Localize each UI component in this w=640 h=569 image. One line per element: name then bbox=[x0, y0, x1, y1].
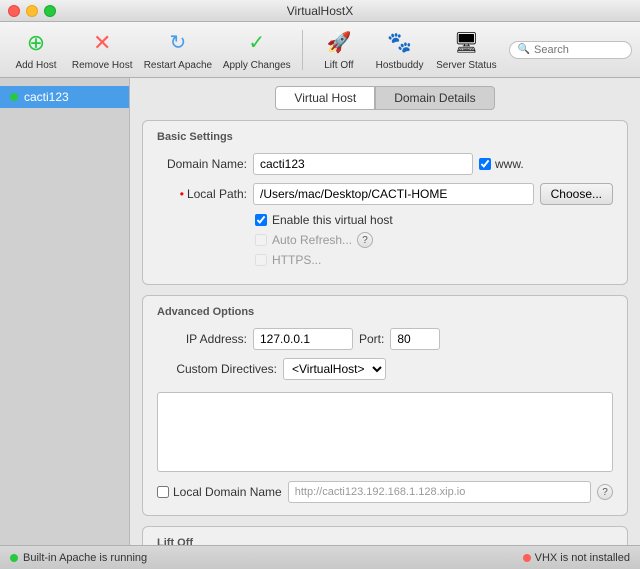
enable-label: Enable this virtual host bbox=[272, 213, 393, 227]
hostbuddy-label: Hostbuddy bbox=[376, 60, 424, 71]
search-box: 🔍 bbox=[509, 41, 632, 59]
status-dot-green bbox=[10, 93, 18, 101]
vhx-status-dot bbox=[523, 554, 531, 562]
https-checkbox[interactable] bbox=[255, 254, 267, 266]
auto-refresh-checkbox[interactable] bbox=[255, 234, 267, 246]
remove-host-icon: ✕ bbox=[88, 29, 116, 57]
liftoff-section: Lift Off Share Live Site... Publish Stat… bbox=[142, 526, 628, 545]
port-label: Port: bbox=[359, 332, 384, 346]
minimize-button[interactable] bbox=[26, 5, 38, 17]
apache-status-dot bbox=[10, 554, 18, 562]
apache-status-text: Built-in Apache is running bbox=[23, 552, 147, 564]
window-title: VirtualHostX bbox=[287, 4, 353, 18]
main-area: cacti123 Virtual Host Domain Details Bas… bbox=[0, 78, 640, 545]
custom-directives-row: Custom Directives: <VirtualHost> bbox=[157, 358, 613, 380]
status-left: Built-in Apache is running bbox=[10, 552, 147, 564]
enable-checkbox-row: Enable this virtual host bbox=[157, 213, 613, 227]
server-status-label: Server Status bbox=[436, 60, 497, 71]
local-path-label: Local Path: bbox=[157, 187, 247, 201]
statusbar: Built-in Apache is running VHX is not in… bbox=[0, 545, 640, 569]
toolbar-separator-1 bbox=[302, 30, 303, 70]
search-input[interactable] bbox=[534, 44, 623, 56]
https-row: HTTPS... bbox=[157, 253, 613, 267]
local-path-input[interactable] bbox=[253, 183, 534, 205]
add-host-icon: ⊕ bbox=[22, 29, 50, 57]
ip-address-input[interactable] bbox=[253, 328, 353, 350]
www-checkbox-group: www. bbox=[479, 157, 524, 171]
port-input[interactable] bbox=[390, 328, 440, 350]
tab-bar: Virtual Host Domain Details bbox=[142, 86, 628, 110]
local-domain-checkbox-group: Local Domain Name bbox=[157, 485, 282, 499]
sidebar: cacti123 bbox=[0, 78, 130, 545]
liftoff-title: Lift Off bbox=[157, 537, 613, 545]
apply-changes-label: Apply Changes bbox=[223, 60, 291, 71]
toolbar: ⊕ Add Host ✕ Remove Host ↻ Restart Apach… bbox=[0, 22, 640, 78]
local-domain-row: Local Domain Name ? bbox=[157, 481, 613, 503]
sidebar-item-cacti123[interactable]: cacti123 bbox=[0, 86, 129, 108]
auto-refresh-help-button[interactable]: ? bbox=[357, 232, 373, 248]
search-icon: 🔍 bbox=[518, 44, 530, 55]
status-right: VHX is not installed bbox=[523, 552, 630, 564]
www-label: www. bbox=[495, 157, 524, 171]
advanced-options-section: Advanced Options IP Address: Port: Custo… bbox=[142, 295, 628, 516]
hostbuddy-icon: 🐾 bbox=[386, 29, 414, 57]
auto-refresh-row: Auto Refresh... ? bbox=[157, 232, 613, 248]
ip-address-label: IP Address: bbox=[157, 332, 247, 346]
ip-port-row: IP Address: Port: bbox=[157, 328, 613, 350]
server-status-button[interactable]: 🖥 Server Status bbox=[432, 25, 500, 75]
hostbuddy-button[interactable]: 🐾 Hostbuddy bbox=[371, 25, 428, 75]
directive-textarea[interactable] bbox=[157, 392, 613, 472]
remove-host-button[interactable]: ✕ Remove Host bbox=[68, 25, 136, 75]
apply-changes-button[interactable]: ✓ Apply Changes bbox=[219, 25, 294, 75]
apply-changes-icon: ✓ bbox=[243, 29, 271, 57]
add-host-label: Add Host bbox=[15, 60, 56, 71]
domain-name-input[interactable] bbox=[253, 153, 473, 175]
close-button[interactable] bbox=[8, 5, 20, 17]
local-domain-url-input[interactable] bbox=[288, 481, 591, 503]
maximize-button[interactable] bbox=[44, 5, 56, 17]
www-checkbox[interactable] bbox=[479, 158, 491, 170]
tab-domain-details[interactable]: Domain Details bbox=[375, 86, 494, 110]
basic-settings-title: Basic Settings bbox=[157, 131, 613, 143]
directive-select[interactable]: <VirtualHost> bbox=[283, 358, 386, 380]
local-domain-label: Local Domain Name bbox=[173, 485, 282, 499]
auto-refresh-label: Auto Refresh... bbox=[272, 233, 352, 247]
lift-off-button[interactable]: 🚀 Lift Off bbox=[311, 25, 367, 75]
restart-apache-icon: ↻ bbox=[164, 29, 192, 57]
domain-name-label: Domain Name: bbox=[157, 157, 247, 171]
sidebar-item-label: cacti123 bbox=[24, 90, 69, 104]
content-panel: Virtual Host Domain Details Basic Settin… bbox=[130, 78, 640, 545]
restart-apache-label: Restart Apache bbox=[144, 60, 212, 71]
local-path-row: Local Path: Choose... bbox=[157, 183, 613, 205]
local-domain-help-button[interactable]: ? bbox=[597, 484, 613, 500]
tab-virtual-host[interactable]: Virtual Host bbox=[275, 86, 375, 110]
titlebar: VirtualHostX bbox=[0, 0, 640, 22]
vhx-status-text: VHX is not installed bbox=[535, 552, 630, 564]
custom-directives-label: Custom Directives: bbox=[157, 362, 277, 376]
server-status-icon: 🖥 bbox=[452, 29, 480, 57]
add-host-button[interactable]: ⊕ Add Host bbox=[8, 25, 64, 75]
lift-off-label: Lift Off bbox=[324, 60, 353, 71]
remove-host-label: Remove Host bbox=[72, 60, 133, 71]
advanced-options-title: Advanced Options bbox=[157, 306, 613, 318]
https-label: HTTPS... bbox=[272, 253, 321, 267]
lift-off-icon: 🚀 bbox=[325, 29, 353, 57]
local-domain-checkbox[interactable] bbox=[157, 486, 169, 498]
traffic-lights bbox=[8, 5, 56, 17]
domain-name-row: Domain Name: www. bbox=[157, 153, 613, 175]
enable-checkbox[interactable] bbox=[255, 214, 267, 226]
choose-button[interactable]: Choose... bbox=[540, 183, 613, 205]
basic-settings-section: Basic Settings Domain Name: www. Local P… bbox=[142, 120, 628, 285]
restart-apache-button[interactable]: ↻ Restart Apache bbox=[140, 25, 215, 75]
